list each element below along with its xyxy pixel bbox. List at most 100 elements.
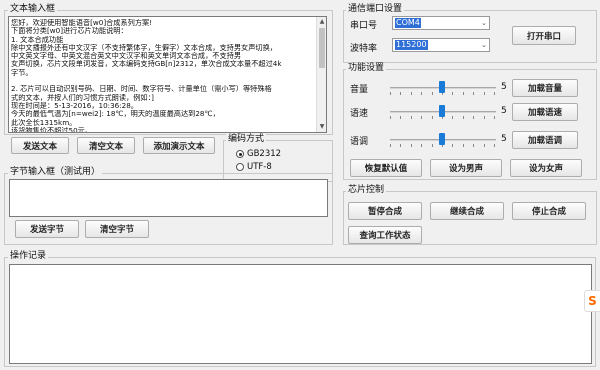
slider-tick — [452, 92, 454, 95]
slider-label: 语调 — [350, 137, 369, 147]
slider-tick — [462, 116, 464, 119]
baud-value: 115200 — [395, 40, 428, 50]
slider-label: 音量 — [350, 85, 369, 95]
settings-title: 功能设置 — [346, 63, 387, 73]
encoding-gb2312-label: GB2312 — [247, 149, 282, 159]
log-title: 操作记录 — [8, 251, 49, 261]
encoding-gb2312-radio[interactable]: GB2312 — [236, 149, 281, 159]
slider-tick — [473, 92, 475, 95]
slider-value: 5 — [501, 106, 507, 116]
open-port-button[interactable]: 打开串口 — [512, 26, 576, 45]
log-area[interactable] — [9, 264, 592, 364]
slider-tick — [421, 144, 423, 147]
text-line: 今天的最低气温为[n=wei2]: 18℃，明天的温度最高达到28℃， — [11, 110, 220, 119]
female-voice-button[interactable]: 设为女声 — [510, 159, 582, 177]
slider-tick — [483, 92, 485, 95]
slider-value: 5 — [501, 134, 507, 144]
radio-unchecked-icon — [236, 163, 244, 171]
clear-text-button[interactable]: 清空文本 — [77, 137, 135, 154]
slider-tick — [410, 144, 412, 147]
slider-tick — [390, 116, 391, 119]
slider-tick — [410, 92, 412, 95]
load-setting-button[interactable]: 加载语调 — [512, 131, 578, 149]
text-line: 该货物售价不超过50元。 — [11, 126, 93, 133]
slider-value: 5 — [501, 82, 507, 92]
text-line: 除中文播报外还有中文汉字（不支持繁体字，生僻字）文本合成，支持男女声切换， — [11, 43, 277, 52]
slider-tick — [400, 144, 402, 147]
pause-synthesis-button[interactable]: 暂停合成 — [348, 202, 422, 220]
text-line: 现在时间是：5-13-2016，10:36:28。 — [11, 101, 138, 110]
text-line: 中文英文字母、中英文混合英文中文汉字和英文单词文本合成，不支持男 — [11, 52, 242, 61]
slider-tick — [400, 92, 402, 95]
slider-tick — [452, 144, 454, 147]
text-line: 下面将分类[w0]进行芯片功能说明： — [11, 27, 128, 36]
text-line: 您好，欢迎使用智能语音[w0]合成系列方案! — [11, 19, 153, 27]
text-line — [11, 77, 314, 85]
slider-tick — [421, 116, 423, 119]
text-line: 此次全长1315km。 — [11, 118, 77, 127]
slider-tick — [483, 116, 485, 119]
slider-tick — [390, 92, 391, 95]
radio-checked-icon — [236, 150, 244, 158]
slider-tick — [473, 116, 475, 119]
encoding-utf8-label: UTF-8 — [247, 162, 272, 172]
slider-tick — [494, 92, 495, 95]
resume-synthesis-button[interactable]: 继续合成 — [430, 202, 504, 220]
baud-label: 波特率 — [350, 44, 378, 54]
send-bytes-button[interactable]: 发送字节 — [15, 220, 79, 238]
slider-tick — [410, 116, 412, 119]
slider-tick — [431, 144, 433, 147]
query-status-button[interactable]: 查询工作状态 — [348, 226, 422, 244]
encoding-utf8-radio[interactable]: UTF-8 — [236, 162, 272, 172]
port-select[interactable]: COM4 ⌄ — [392, 16, 490, 30]
slider-tick — [400, 116, 402, 119]
scroll-down-icon[interactable]: ▼ — [317, 122, 326, 132]
load-setting-button[interactable]: 加载音量 — [512, 79, 578, 97]
slider-tick — [452, 116, 454, 119]
port-value: COM4 — [395, 18, 421, 28]
encoding-title: 编码方式 — [226, 134, 267, 144]
slider-tick — [473, 144, 475, 147]
slider-tick — [483, 144, 485, 147]
port-label: 串口号 — [350, 21, 378, 31]
slider-label: 语速 — [350, 109, 369, 119]
text-line: 2. 芯片可以自动识别号码、日期、时间、数字符号、计量单位（需小写）等特殊格 — [11, 85, 272, 94]
slider-tick — [462, 144, 464, 147]
serial-title: 通信端口设置 — [346, 4, 405, 14]
main-text-scrollbar[interactable]: ▲ ▼ — [316, 17, 326, 132]
slider-thumb[interactable] — [439, 105, 445, 117]
add-demo-text-button[interactable]: 添加演示文本 — [143, 137, 215, 154]
slider-tick — [421, 92, 423, 95]
slider-tick — [494, 144, 495, 147]
slider-tick — [462, 92, 464, 95]
slider-tick — [494, 116, 495, 119]
chevron-down-icon: ⌄ — [481, 41, 487, 49]
byte-input-area[interactable] — [9, 179, 328, 217]
male-voice-button[interactable]: 设为男声 — [430, 159, 502, 177]
text-input-title: 文本输入框 — [8, 4, 58, 14]
chip-title: 芯片控制 — [346, 185, 387, 195]
slider-tick — [431, 92, 433, 95]
send-text-button[interactable]: 发送文本 — [11, 137, 69, 154]
main-text-lines: 您好，欢迎使用智能语音[w0]合成系列方案! 下面将分类[w0]进行芯片功能说明：… — [11, 19, 314, 133]
scroll-thumb[interactable] — [319, 28, 325, 68]
slider-tick — [390, 144, 391, 147]
byte-input-title: 字节输入框（测试用） — [8, 167, 103, 177]
baud-select[interactable]: 115200 ⌄ — [392, 38, 490, 52]
chevron-down-icon: ⌄ — [481, 19, 487, 27]
main-text-area[interactable]: 您好，欢迎使用智能语音[w0]合成系列方案! 下面将分类[w0]进行芯片功能说明：… — [8, 16, 327, 133]
slider-thumb[interactable] — [439, 133, 445, 145]
slider[interactable] — [390, 105, 496, 119]
slider[interactable] — [390, 81, 496, 95]
slider-thumb[interactable] — [439, 81, 445, 93]
restore-defaults-button[interactable]: 恢复默认值 — [350, 159, 422, 177]
clear-bytes-button[interactable]: 清空字节 — [85, 220, 149, 238]
slider-tick — [431, 116, 433, 119]
sohu-input-badge[interactable]: S — [584, 290, 600, 312]
text-line: 女声切换，芯片文段单词发音，文本编码支持GB[n]2312，单次合成文本量不超过… — [11, 60, 282, 69]
text-line: 1. 文本合成功能 — [11, 35, 64, 44]
stop-synthesis-button[interactable]: 停止合成 — [512, 202, 586, 220]
slider[interactable] — [390, 133, 496, 147]
load-setting-button[interactable]: 加载语速 — [512, 103, 578, 121]
scroll-up-icon[interactable]: ▲ — [317, 17, 326, 27]
